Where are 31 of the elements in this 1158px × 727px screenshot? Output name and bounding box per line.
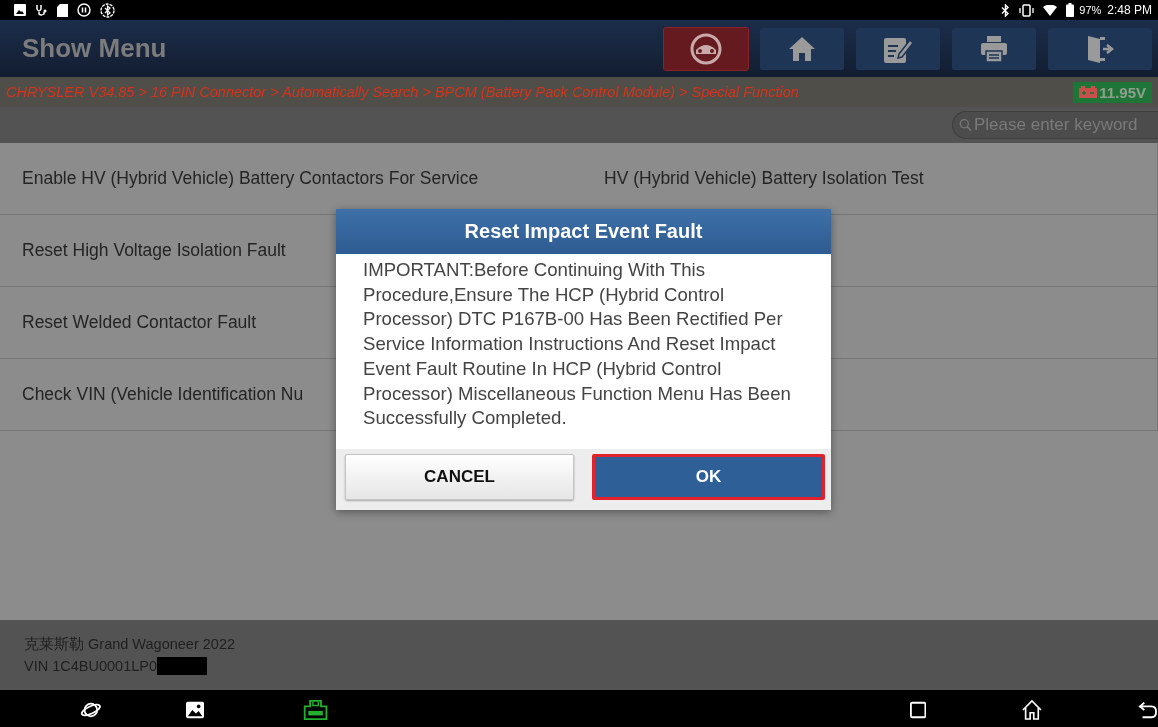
ok-button[interactable]: OK	[592, 453, 825, 500]
square-recents-icon[interactable]	[909, 700, 927, 719]
menu-item[interactable]: Reset Welded Contactor Fault	[22, 312, 257, 333]
menu-item[interactable]: HV (Hybrid Vehicle) Battery Isolation Test	[604, 168, 924, 189]
stethoscope-icon	[35, 3, 48, 17]
redaction-block	[157, 657, 207, 675]
dialog-message: IMPORTANT:Before Continuing With This Procedure,Ensure The HCP (Hybrid Control Processor) DTC P167B-00 Has Been Rectified Per Service Information Instructions And Reset Impact Event Fault Routine In HCP (Hybrid Control Processor) Miscellaneous Function Menu Has Been Successfully Completed.	[362, 258, 792, 431]
clock-time: 2:48 PM	[1107, 3, 1152, 17]
vibrate-icon	[1019, 3, 1035, 17]
battery-percent: 97%	[1079, 4, 1102, 16]
back-arrow-icon[interactable]	[1138, 699, 1158, 720]
gallery-icon[interactable]	[185, 700, 204, 719]
voltage-badge: 11.95V	[1073, 81, 1152, 103]
menu-item[interactable]: Check VIN (Vehicle Identification Nu	[22, 384, 304, 405]
screen-title: Show Menu	[22, 33, 168, 64]
breadcrumb-path: CHRYSLER V34.85 > 16 PIN Connector > Automatically Search > BPCM (Battery Pack Control Module) > Special Function	[6, 84, 800, 100]
cancel-button[interactable]: CANCEL	[345, 453, 574, 500]
pause-icon	[77, 3, 91, 17]
vci-connector-icon[interactable]	[301, 697, 329, 722]
image-icon	[14, 4, 26, 16]
battery-icon	[1066, 3, 1075, 17]
sd-card-icon	[57, 3, 68, 17]
home-outline-icon[interactable]	[1022, 698, 1043, 721]
bluetooth-circle-icon	[100, 2, 115, 18]
bluetooth-icon	[1001, 3, 1011, 17]
car-battery-icon	[1079, 86, 1098, 98]
menu-item[interactable]: Enable HV (Hybrid Vehicle) Battery Contactors For Service	[22, 168, 479, 189]
menu-item[interactable]: Reset High Voltage Isolation Fault	[22, 240, 286, 261]
dialog-title: Reset Impact Event Fault	[336, 209, 831, 254]
search-icon	[959, 117, 972, 133]
wifi-icon	[1043, 4, 1058, 16]
